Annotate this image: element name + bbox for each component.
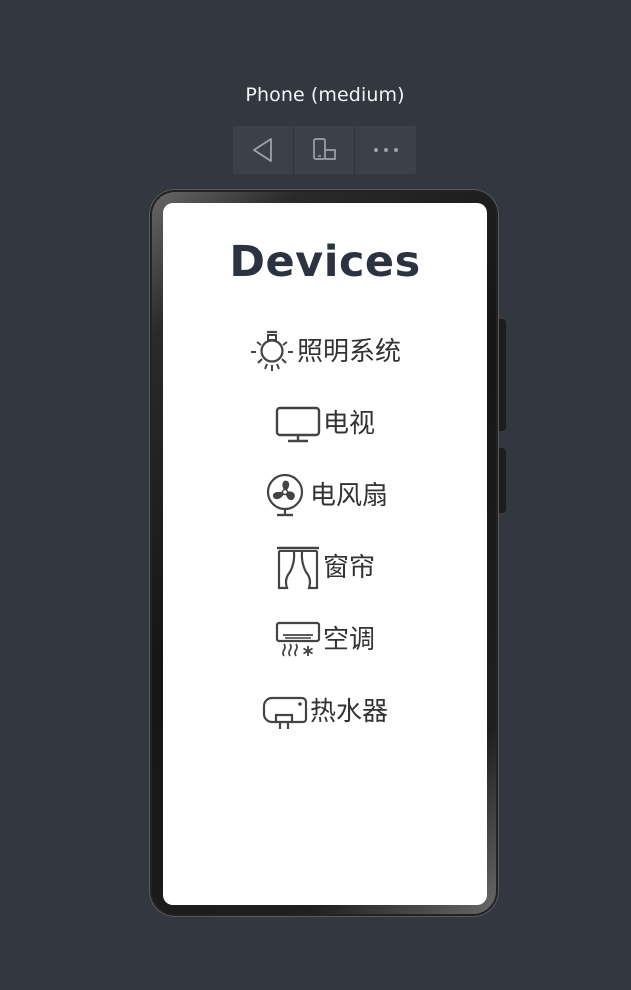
phone-screen: Devices 照明系统 电视 电风扇 窗帘 空调 热水器 [163, 203, 487, 905]
device-label: 照明系统 [296, 337, 401, 367]
fan-icon [266, 473, 304, 517]
device-label: 窗帘 [322, 553, 375, 583]
tv-icon [275, 406, 321, 443]
rotate-device-button[interactable] [294, 126, 355, 174]
device-label: 空调 [322, 625, 375, 655]
device-label: 电视 [322, 409, 375, 439]
phone-frame: Devices 照明系统 电视 电风扇 窗帘 空调 热水器 [149, 189, 506, 917]
device-preview-title: Phone (medium) [245, 84, 405, 106]
list-item-air-conditioner[interactable]: 空调 [163, 604, 487, 676]
air-conditioner-icon [275, 621, 321, 657]
device-label: 电风扇 [309, 481, 388, 511]
more-button[interactable] [355, 126, 416, 174]
water-heater-icon [262, 696, 308, 729]
preview-stage: Phone (medium) Devices 照明系统 电视 电风扇 窗帘 空调… [0, 0, 631, 990]
device-list: 照明系统 电视 电风扇 窗帘 空调 热水器 [163, 316, 487, 748]
lightbulb-icon [250, 330, 293, 371]
list-item-water-heater[interactable]: 热水器 [163, 676, 487, 748]
more-icon [373, 148, 398, 152]
curtain-icon [276, 546, 319, 590]
volume-button [499, 448, 506, 513]
back-button[interactable] [233, 126, 294, 174]
list-item-fan[interactable]: 电风扇 [163, 460, 487, 532]
rotate-device-icon [313, 138, 336, 160]
power-button [499, 319, 506, 431]
list-item-tv[interactable]: 电视 [163, 388, 487, 460]
device-label: 热水器 [309, 697, 388, 727]
list-item-lighting[interactable]: 照明系统 [163, 316, 487, 388]
list-item-curtain[interactable]: 窗帘 [163, 532, 487, 604]
back-icon [253, 138, 272, 162]
preview-toolbar [233, 126, 416, 174]
page-title: Devices [229, 237, 421, 287]
